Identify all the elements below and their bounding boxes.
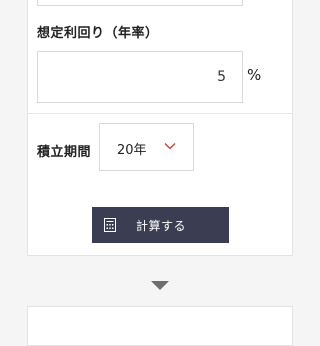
term-label: 積立期間 bbox=[37, 145, 92, 160]
term-select[interactable]: 20年 bbox=[99, 123, 194, 171]
previous-input-field[interactable] bbox=[37, 0, 243, 6]
calculate-button[interactable]: 計算する bbox=[92, 207, 229, 243]
divider bbox=[28, 113, 292, 114]
result-card bbox=[27, 306, 293, 346]
term-select-value: 20年 bbox=[117, 143, 147, 158]
arrow-down-icon bbox=[151, 281, 169, 290]
rate-input[interactable] bbox=[37, 51, 243, 103]
calculate-button-label: 計算する bbox=[136, 219, 187, 233]
chevron-down-icon bbox=[164, 143, 176, 150]
rate-unit: % bbox=[247, 66, 262, 84]
calculator-icon bbox=[104, 218, 116, 232]
rate-label: 想定利回り（年率） bbox=[37, 26, 159, 41]
